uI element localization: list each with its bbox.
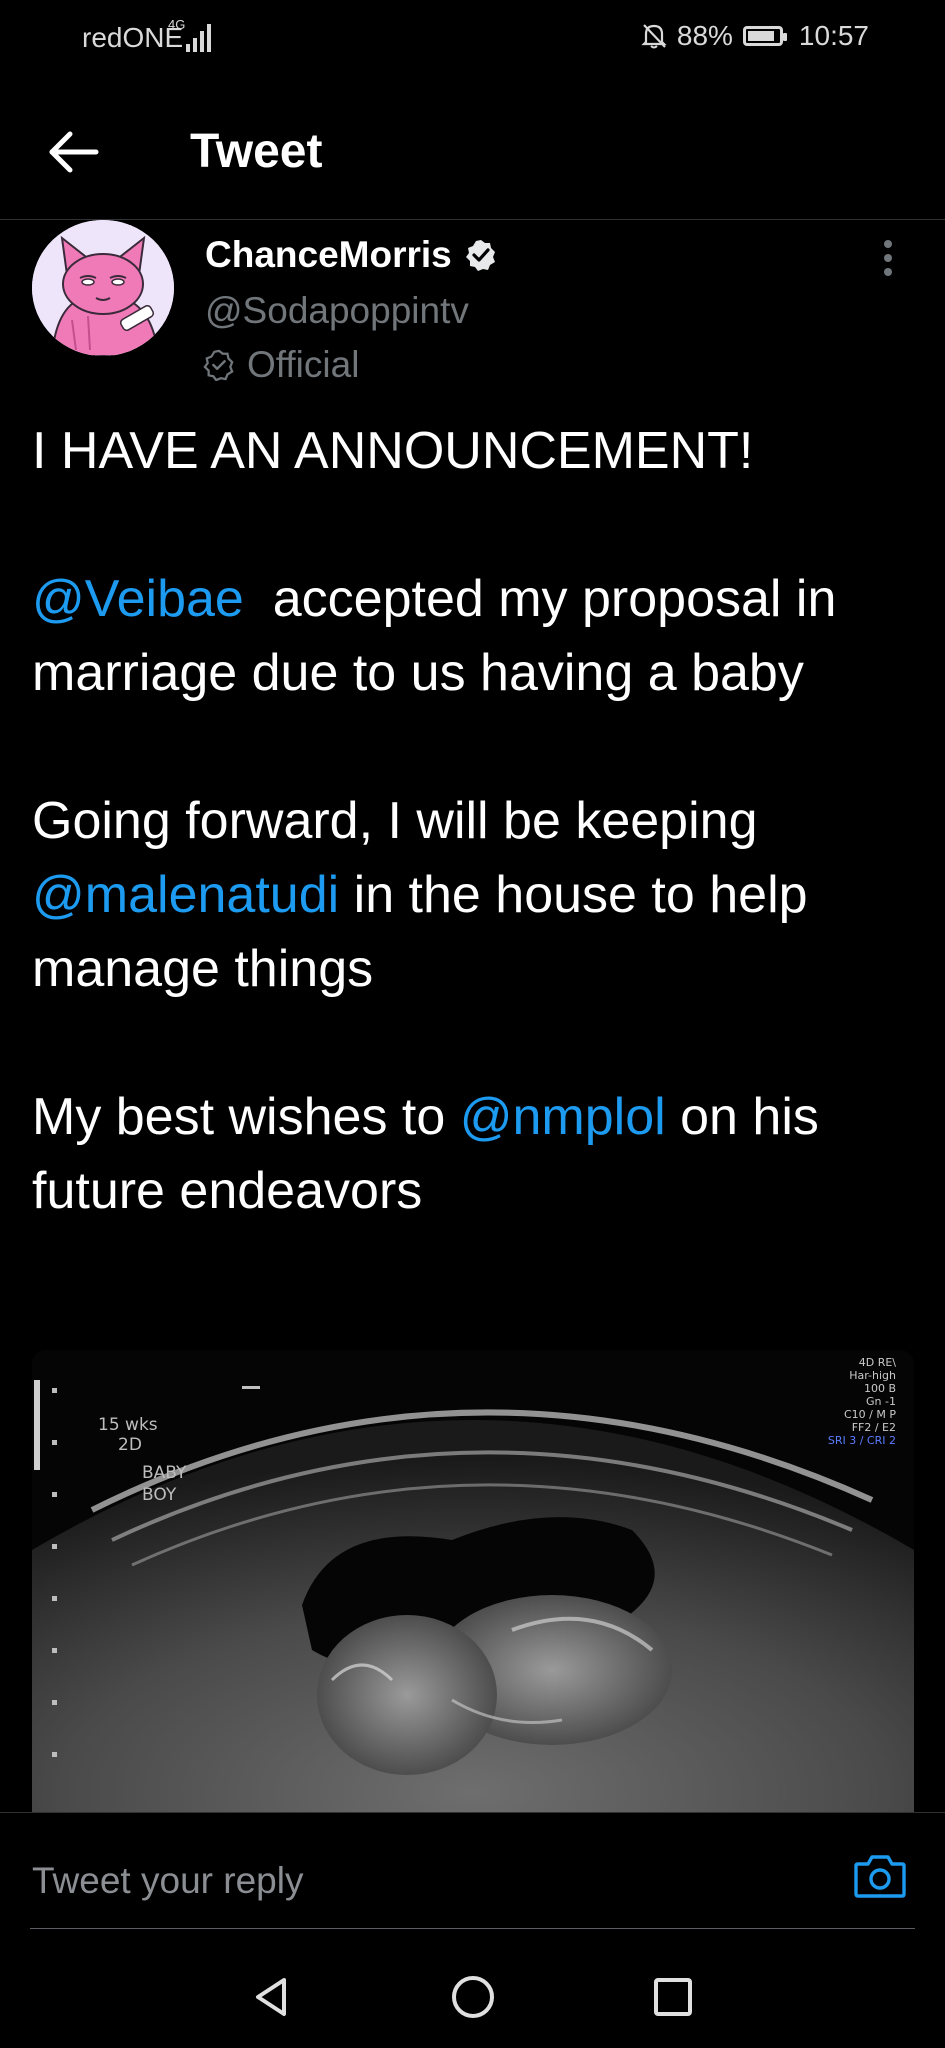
- battery-icon: [742, 26, 787, 46]
- official-text: Official: [247, 344, 360, 385]
- tweet-media-ultrasound[interactable]: 15 wks 2D BABY BOY 4D RE\ Har-high 100 B…: [32, 1350, 914, 1812]
- network-type: 4G: [168, 17, 186, 32]
- header-divider: [0, 219, 945, 220]
- more-vertical-icon: [884, 240, 892, 276]
- system-nav-bar: [0, 1940, 945, 2048]
- reply-input[interactable]: [30, 1850, 814, 1912]
- author-name-row: ChanceMorris: [205, 234, 498, 276]
- nav-recents-button[interactable]: [648, 1972, 698, 2022]
- verified-badge-icon: [465, 240, 495, 271]
- tech-line: 4D RE\: [858, 1356, 896, 1369]
- tech-line: Gn -1: [866, 1395, 896, 1408]
- triangle-back-icon: [256, 1978, 286, 2016]
- tweet-paragraph-4-before: My best wishes to: [32, 1088, 460, 1146]
- ultrasound-label-boy: BOY: [142, 1485, 177, 1505]
- user-handle[interactable]: @Sodapoppintv: [205, 290, 469, 332]
- official-badge-icon: [203, 349, 234, 381]
- back-button[interactable]: [44, 122, 104, 182]
- media-divider: [0, 1812, 945, 1813]
- tweet-body: I HAVE AN ANNOUNCEMENT! @Veibae accepted…: [32, 414, 922, 1228]
- clock: 10:57: [798, 20, 869, 51]
- mention-nmplol[interactable]: @nmplol: [460, 1088, 666, 1146]
- cat-avatar-image: [32, 220, 174, 356]
- bell-off-icon: [641, 24, 667, 49]
- ultrasound-label-weeks: 15 wks: [98, 1415, 158, 1435]
- nav-back-button[interactable]: [246, 1972, 296, 2022]
- more-options-button[interactable]: [873, 236, 903, 280]
- reply-divider: [30, 1928, 915, 1929]
- display-name[interactable]: ChanceMorris: [205, 234, 452, 276]
- official-label: Official: [203, 344, 359, 386]
- signal-icon: 4G: [168, 18, 216, 54]
- camera-icon: [854, 1855, 906, 1898]
- page-title: Tweet: [190, 125, 323, 178]
- tech-line: FF2 / E2: [851, 1421, 896, 1434]
- battery-percent: 88%: [676, 20, 733, 51]
- tech-line: SRI 3 / CRI 2: [827, 1434, 896, 1447]
- avatar[interactable]: [32, 220, 174, 356]
- tweet-paragraph-4: My best wishes to @nmplol on his future …: [32, 1080, 922, 1228]
- ultrasound-image: [32, 1350, 914, 1812]
- top-app-bar: Tweet: [0, 88, 945, 218]
- mention-veibae[interactable]: @Veibae: [32, 570, 244, 628]
- status-bar: redONE 4G 88% 10:57: [0, 0, 945, 74]
- tweet-paragraph-2: @Veibae accepted my proposal in marriage…: [32, 562, 922, 710]
- tech-line: 100 B: [863, 1382, 896, 1395]
- tweet-line-announcement: I HAVE AN ANNOUNCEMENT!: [32, 422, 754, 480]
- tweet-paragraph-3: Going forward, I will be keeping @malena…: [32, 784, 922, 1006]
- tweet-paragraph-3-before: Going forward, I will be keeping: [32, 792, 772, 850]
- camera-button[interactable]: [852, 1850, 908, 1902]
- circle-home-icon: [452, 1976, 494, 2018]
- nav-home-button[interactable]: [448, 1972, 498, 2022]
- ultrasound-tech-readout: 4D RE\ Har-high 100 B Gn -1 C10 / M P FF…: [828, 1356, 896, 1447]
- tech-line: C10 / M P: [844, 1408, 896, 1421]
- tech-line: Har-high: [849, 1369, 896, 1382]
- mention-malenatudi[interactable]: @malenatudi: [32, 866, 339, 924]
- ultrasound-label-mode: 2D: [118, 1435, 142, 1455]
- ultrasound-label-baby: BABY: [142, 1463, 187, 1483]
- square-recents-icon: [654, 1978, 692, 2016]
- arrow-left-icon: [49, 131, 99, 173]
